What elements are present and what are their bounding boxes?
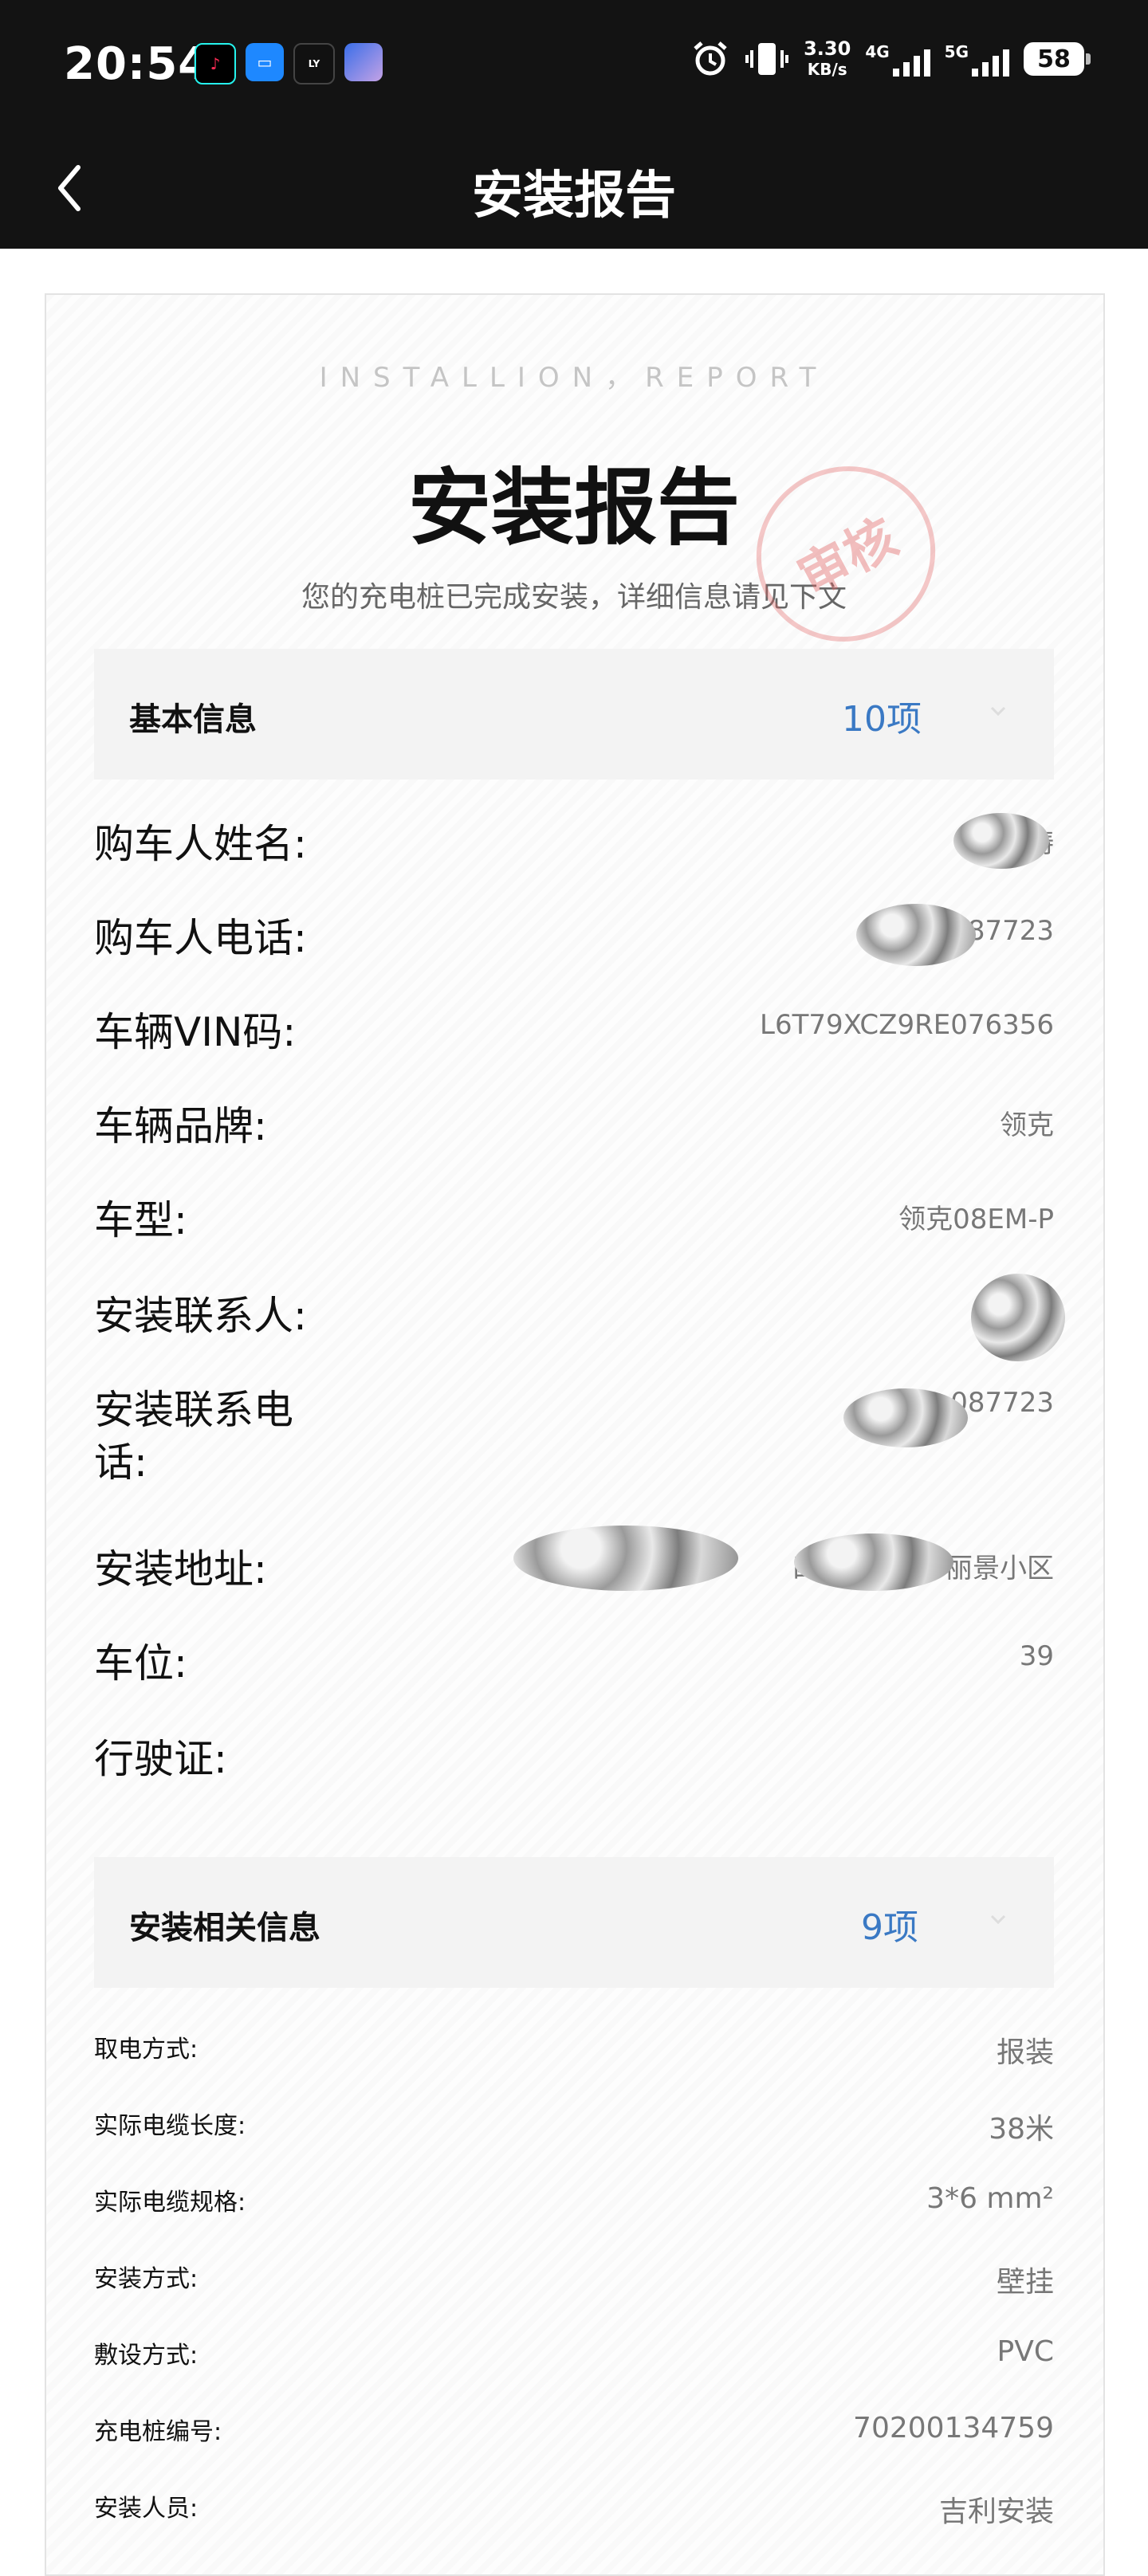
row-value: 39 <box>1019 1640 1054 1672</box>
douyin-icon: ♪ <box>195 43 236 84</box>
section-count: 9项 <box>861 1907 918 1948</box>
row-label: 安装联系电话: <box>94 1387 293 1486</box>
signal-bars-icon <box>972 41 1009 77</box>
row-label: 行驶证: <box>94 1736 227 1782</box>
status-bar: 20:54 ♪ ▭ LY 3.30 KB/s 4G 5G 58 <box>0 0 1148 128</box>
row-label: 车辆品牌: <box>94 1103 267 1149</box>
row-label: 安装人员: <box>94 2495 199 2523</box>
row-label: 取电方式: <box>94 2036 199 2064</box>
row-label: 购车人姓名: <box>94 821 307 867</box>
row-label: 实际电缆规格: <box>94 2189 246 2217</box>
row-label: 安装方式: <box>94 2265 199 2293</box>
section-count: 10项 <box>842 699 922 740</box>
row-label: 实际电缆长度: <box>94 2112 246 2140</box>
row-value: 领克08EM-P <box>898 1204 1054 1235</box>
row-value: 吉利安装 <box>938 2496 1054 2528</box>
net-5g-label: 5G <box>944 42 969 61</box>
section-title: 安装相关信息 <box>129 1910 320 1946</box>
redaction-mask <box>971 1274 1065 1361</box>
section-title: 基本信息 <box>129 701 257 738</box>
row-label: 车位: <box>94 1640 187 1687</box>
vibrate-icon <box>745 43 789 75</box>
signal-5g: 5G <box>945 41 1009 77</box>
status-indicators: 3.30 KB/s 4G 5G 58 <box>690 38 1091 80</box>
row-value: 3*6 mm² <box>926 2182 1054 2215</box>
row-label: 敷设方式: <box>94 2342 199 2370</box>
report-title: 安装报告 <box>407 459 740 556</box>
redaction-mask <box>513 1526 738 1591</box>
page-title: 安装报告 <box>472 167 676 226</box>
redaction-mask <box>794 1533 953 1591</box>
redaction-mask <box>856 904 976 966</box>
battery-icon: 58 <box>1024 42 1091 76</box>
row-value: PVC <box>997 2335 1054 2368</box>
notification-icons: ♪ ▭ LY <box>195 43 383 84</box>
alarm-icon <box>694 41 727 76</box>
signal-4g: 4G <box>865 41 930 77</box>
lynkco-icon: LY <box>293 43 335 84</box>
game-avatar-icon <box>344 43 383 81</box>
clock: 20:54 <box>64 38 210 90</box>
report-subtitle: 您的充电桩已完成安装，详细信息请见下文 <box>301 581 847 614</box>
row-label: 车辆VIN码: <box>94 1009 297 1055</box>
net-4g-label: 4G <box>865 42 890 61</box>
row-value: 38米 <box>989 2113 1054 2146</box>
row-value: 报装 <box>996 2036 1054 2069</box>
row-label: 购车人电话: <box>94 915 307 961</box>
row-value: L6T79XCZ9RE076356 <box>760 1009 1054 1041</box>
row-value: 87723 <box>967 915 1054 947</box>
redaction-mask <box>843 1388 968 1447</box>
speed-unit: KB/s <box>807 60 847 79</box>
section-basic-info[interactable]: 基本信息 10项 <box>94 649 1054 779</box>
row-label: 安装地址: <box>94 1546 267 1592</box>
redaction-mask <box>953 813 1049 869</box>
chevron-down-icon[interactable] <box>989 701 1008 721</box>
nav-bar: 安装报告 <box>0 128 1148 249</box>
speed-value: 3.30 <box>804 37 851 60</box>
network-speed: 3.30 KB/s <box>804 38 851 80</box>
row-value: 领克 <box>1000 1109 1054 1141</box>
row-label: 充电桩编号: <box>94 2418 222 2446</box>
signal-bars-icon <box>892 41 930 77</box>
message-icon: ▭ <box>246 43 284 81</box>
report-english-title: INSTALLION，REPORT <box>319 362 829 394</box>
row-label: 车型: <box>94 1197 187 1243</box>
chevron-down-icon[interactable] <box>989 1910 1008 1929</box>
section-install-info[interactable]: 安装相关信息 9项 <box>94 1857 1054 1988</box>
row-label: 安装联系人: <box>94 1293 307 1339</box>
row-value: 70200134759 <box>853 2412 1054 2444</box>
row-value: 壁挂 <box>996 2266 1054 2299</box>
